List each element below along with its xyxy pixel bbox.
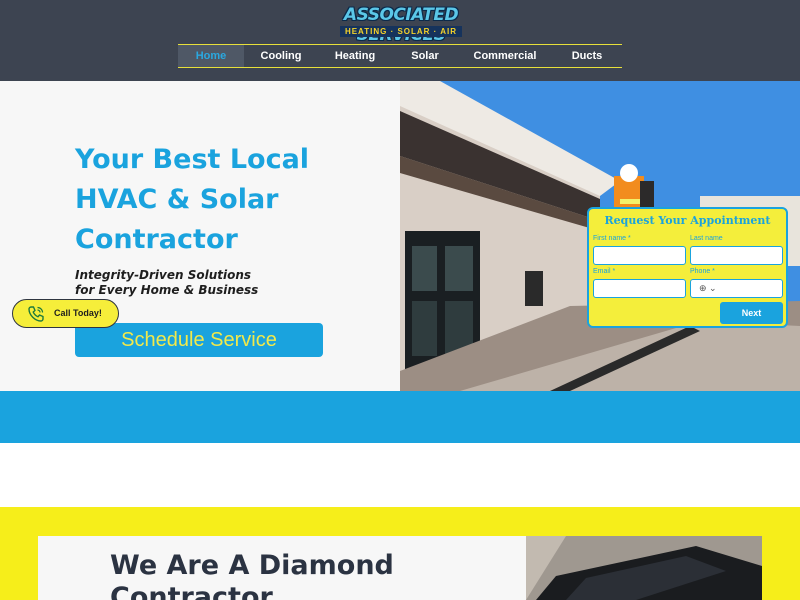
last-name-field[interactable] <box>690 246 783 265</box>
diamond-card: We Are A Diamond Contractor <box>38 536 526 600</box>
diamond-title: We Are A Diamond Contractor <box>110 550 510 600</box>
nav-item-ducts[interactable]: Ducts <box>552 45 622 67</box>
diamond-photo <box>526 536 762 600</box>
diamond-title-line: We Are A Diamond <box>110 550 394 581</box>
first-name-label: First name * <box>593 235 631 242</box>
hero-tagline: Integrity-Driven Solutions for Every Hom… <box>75 268 335 298</box>
call-today-button[interactable]: Call Today! <box>12 299 119 328</box>
country-globe-icon[interactable]: ⊕ ⌄ <box>699 283 717 294</box>
appointment-form: Request Your Appointment First name * La… <box>587 207 788 328</box>
logo-wordmark: ASSOCIATED SERVICES <box>343 5 459 45</box>
hero-title-line: Your Best Local <box>75 144 310 175</box>
phone-label: Phone * <box>690 268 715 275</box>
hero-title: Your Best Local HVAC & Solar Contractor <box>75 140 395 260</box>
nav-item-solar[interactable]: Solar <box>392 45 458 67</box>
nav-item-cooling[interactable]: Cooling <box>244 45 318 67</box>
email-label: Email * <box>593 268 616 275</box>
next-button[interactable]: Next <box>720 302 783 324</box>
logo-tagline: HEATING · SOLAR · AIR <box>340 26 462 37</box>
form-title: Request Your Appointment <box>604 214 771 227</box>
hero-title-line: Contractor <box>75 224 238 255</box>
solar-panel-image <box>526 536 762 600</box>
section-spacer <box>0 443 800 507</box>
hero-tagline-line: for Every Home & Business <box>75 283 259 297</box>
blue-divider-band <box>0 391 800 443</box>
schedule-service-button[interactable]: Schedule Service <box>75 323 323 357</box>
last-name-label: Last name <box>690 235 723 242</box>
nav-item-commercial[interactable]: Commercial <box>458 45 552 67</box>
hero-tagline-line: Integrity-Driven Solutions <box>75 268 252 282</box>
main-nav: Home Cooling Heating Solar Commercial Du… <box>178 44 622 68</box>
hero-title-line: HVAC & Solar <box>75 184 279 215</box>
nav-item-heating[interactable]: Heating <box>318 45 392 67</box>
email-field[interactable] <box>593 279 686 298</box>
call-today-label: Call Today! <box>54 308 102 318</box>
phone-field[interactable]: ⊕ ⌄ <box>690 279 783 298</box>
first-name-field[interactable] <box>593 246 686 265</box>
site-header: ASSOCIATED SERVICES HEATING · SOLAR · AI… <box>0 0 800 81</box>
site-logo[interactable]: ASSOCIATED SERVICES HEATING · SOLAR · AI… <box>318 5 484 45</box>
phone-icon <box>28 306 44 322</box>
diamond-title-line: Contractor <box>110 582 273 600</box>
nav-item-home[interactable]: Home <box>178 45 244 67</box>
